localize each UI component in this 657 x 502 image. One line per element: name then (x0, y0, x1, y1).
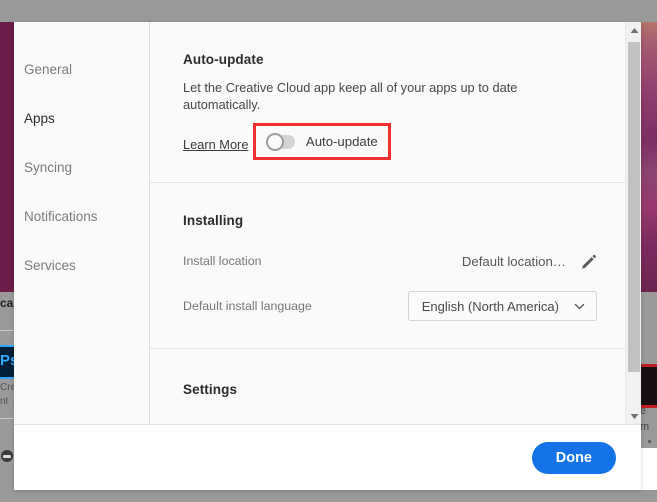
creative-cloud-icon (1, 450, 13, 462)
background-left-text-fragment-1: ca (0, 296, 14, 310)
sidebar-item-label: Notifications (24, 209, 98, 224)
content-scroll-region: Auto-update Let the Creative Cloud app k… (150, 22, 625, 424)
auto-update-description: Let the Creative Cloud app keep all of y… (183, 80, 518, 112)
scroll-down-arrow[interactable] (626, 408, 641, 424)
auto-update-highlight-box: Auto-update (252, 123, 391, 160)
background-left-divider-1 (0, 330, 14, 331)
sidebar-item-label: Syncing (24, 160, 73, 175)
sidebar-item-label: Services (24, 258, 76, 273)
sidebar-item-label: Apps (24, 111, 55, 126)
background-right-text-fragment-2: m (640, 421, 650, 433)
section-title-installing: Installing (183, 213, 244, 228)
background-left-text-fragment-2: Cre (0, 382, 14, 393)
background-right-footer (640, 448, 657, 490)
dialog-body: General Apps Syncing Notifications Servi… (14, 22, 641, 424)
caret-up-icon (630, 27, 638, 33)
install-location-value: Default location… (461, 253, 566, 269)
sidebar-item-apps[interactable]: Apps (14, 101, 149, 137)
section-settings: Settings (150, 349, 625, 397)
learn-more-link[interactable]: Learn More (183, 137, 248, 152)
auto-update-toggle[interactable] (265, 132, 295, 151)
row-install-language: Default install language English (North … (183, 290, 597, 322)
sidebar-item-label: General (24, 62, 73, 77)
background-right-artwork (640, 22, 657, 292)
background-right-text-fragment-1: e (640, 405, 647, 417)
preferences-sidebar: General Apps Syncing Notifications Servi… (14, 22, 150, 424)
preferences-content: Auto-update Let the Creative Cloud app k… (150, 22, 641, 424)
section-installing: Installing Install location Default loca… (150, 183, 625, 348)
preferences-dialog: General Apps Syncing Notifications Servi… (14, 22, 641, 490)
background-left-banner (0, 22, 14, 292)
photoshop-app-icon: Ps (0, 345, 14, 379)
sidebar-item-notifications[interactable]: Notifications (14, 199, 149, 235)
sidebar-item-services[interactable]: Services (14, 248, 149, 284)
auto-update-toggle-label: Auto-update (305, 134, 378, 149)
install-language-select[interactable]: English (North America) (407, 291, 597, 321)
scroll-up-arrow[interactable] (626, 22, 641, 38)
background-right-panel (640, 292, 657, 364)
done-button[interactable]: Done (531, 441, 616, 474)
section-title-auto-update: Auto-update (183, 52, 264, 67)
chevron-down-icon (574, 303, 585, 309)
dialog-footer: Done (14, 424, 641, 490)
background-left-divider-2 (0, 418, 14, 419)
scrollbar-thumb[interactable] (628, 42, 640, 372)
install-language-label: Default install language (183, 299, 312, 313)
install-language-value: English (North America) (421, 298, 559, 314)
row-install-location: Install location Default location… (183, 242, 597, 280)
toggle-knob (265, 132, 284, 151)
sidebar-item-syncing[interactable]: Syncing (14, 150, 149, 186)
background-right-dot (648, 440, 651, 443)
background-right-thumbnail (640, 364, 657, 408)
section-title-settings: Settings (183, 382, 238, 397)
content-scrollbar[interactable] (625, 22, 641, 424)
background-left-text-fragment-3: nt (0, 396, 9, 407)
sidebar-item-general[interactable]: General (14, 52, 149, 88)
auto-update-toggle-row[interactable]: Auto-update (265, 132, 378, 151)
caret-down-icon (630, 413, 638, 419)
section-auto-update: Auto-update Let the Creative Cloud app k… (150, 22, 625, 182)
pencil-icon[interactable] (580, 253, 597, 270)
install-location-label: Install location (183, 254, 262, 268)
